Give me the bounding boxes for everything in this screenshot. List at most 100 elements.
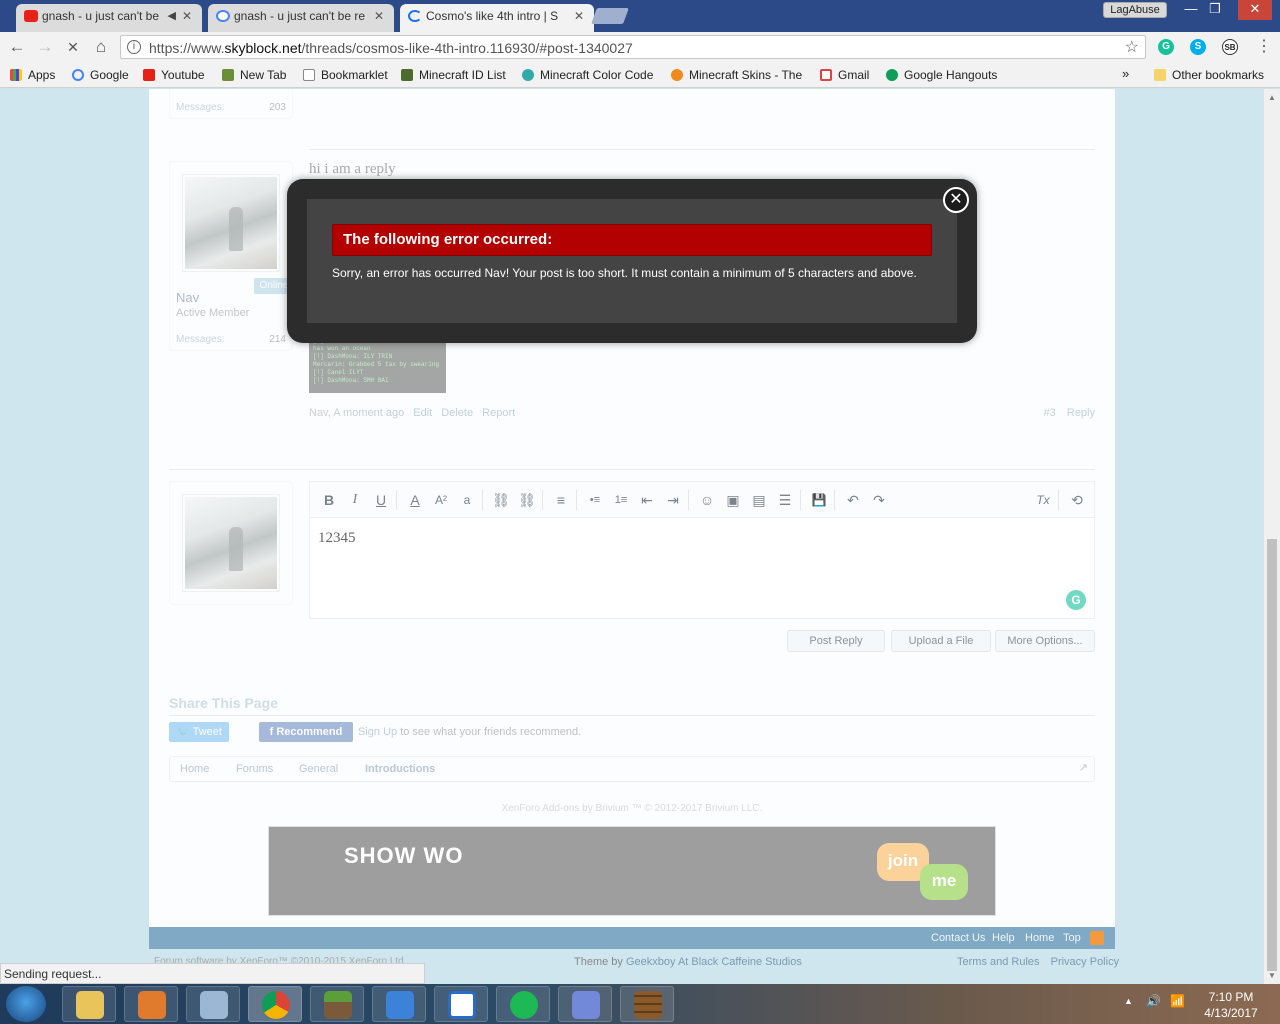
bold-button[interactable]: B bbox=[320, 491, 338, 509]
scroll-down-icon[interactable]: ▼ bbox=[1264, 969, 1280, 983]
volume-icon[interactable]: 🔊 bbox=[1146, 994, 1161, 1008]
menu-icon[interactable]: ⋮ bbox=[1253, 37, 1275, 57]
post-reply-button[interactable]: Post Reply bbox=[787, 630, 885, 652]
insert-button[interactable]: ☰ bbox=[776, 491, 794, 509]
tab-2[interactable]: gnash - u just can't be re ✕ bbox=[208, 4, 394, 32]
signup-link[interactable]: Sign Up bbox=[358, 726, 397, 738]
top-link[interactable]: Top bbox=[1063, 932, 1081, 944]
editor-text[interactable]: 12345 bbox=[318, 530, 356, 547]
post-number[interactable]: #3 bbox=[1044, 407, 1056, 419]
terms-link[interactable]: Terms and Rules bbox=[957, 956, 1040, 968]
unlink-button[interactable]: ⛓ bbox=[518, 491, 536, 509]
italic-button[interactable]: I bbox=[346, 491, 364, 509]
network-icon[interactable]: 📶 bbox=[1170, 994, 1185, 1008]
help-link[interactable]: Help bbox=[992, 932, 1015, 944]
bookmark-minecraft-skins[interactable]: Minecraft Skins - The bbox=[671, 68, 802, 82]
smilie-button[interactable]: ☺ bbox=[698, 491, 716, 509]
link-button[interactable]: ⛓ bbox=[492, 491, 510, 509]
bookmark-minecraft-color-code[interactable]: Minecraft Color Code bbox=[522, 68, 653, 82]
indent-button[interactable]: ⇥ bbox=[664, 491, 682, 509]
avatar[interactable] bbox=[182, 174, 280, 272]
stop-button[interactable]: ✕ bbox=[62, 37, 84, 57]
reply-editor[interactable]: B I U A A² a ⛓ ⛓ ≡ •≡ 1≡ ⇤ ⇥ ☺ ▣ ▤ ☰ 💾 ↶… bbox=[309, 481, 1095, 619]
font-color-button[interactable]: A bbox=[406, 491, 424, 509]
bookmark-bookmarklet[interactable]: Bookmarklet bbox=[303, 68, 388, 82]
redo-button[interactable]: ↷ bbox=[870, 491, 888, 509]
bullet-list-button[interactable]: •≡ bbox=[586, 491, 604, 509]
discord-taskbar-button[interactable] bbox=[558, 986, 612, 1022]
bookmark-google-hangouts[interactable]: Google Hangouts bbox=[886, 68, 997, 82]
font-family-button[interactable]: a bbox=[458, 491, 476, 509]
bookmark-minecraft-id-list[interactable]: Minecraft ID List bbox=[401, 68, 506, 82]
explorer-taskbar-button[interactable] bbox=[62, 986, 116, 1022]
bookmark-gmail[interactable]: Gmail bbox=[820, 68, 869, 82]
toggle-bbcode-button[interactable]: ⟲ bbox=[1068, 491, 1086, 509]
undo-button[interactable]: ↶ bbox=[844, 491, 862, 509]
other-bookmarks[interactable]: Other bookmarks bbox=[1154, 68, 1264, 82]
bookmarks-overflow-button[interactable]: » bbox=[1122, 66, 1129, 81]
post-author-time[interactable]: Nav, A moment ago bbox=[309, 407, 404, 419]
calculator-taskbar-button[interactable] bbox=[186, 986, 240, 1022]
forward-button[interactable]: → bbox=[34, 37, 56, 57]
spotify-taskbar-button[interactable] bbox=[496, 986, 550, 1022]
align-button[interactable]: ≡ bbox=[552, 491, 570, 509]
grammarly-extension-icon[interactable]: G bbox=[1158, 39, 1174, 55]
back-button[interactable]: ← bbox=[6, 37, 28, 57]
tab-3[interactable]: Cosmo's like 4th intro | S ✕ bbox=[400, 4, 594, 32]
page-scrollbar[interactable]: ▲ ▼ bbox=[1264, 89, 1280, 985]
numbered-list-button[interactable]: 1≡ bbox=[612, 491, 630, 509]
url-text[interactable]: https://www.skyblock.net/threads/cosmos-… bbox=[149, 40, 633, 56]
image-button[interactable]: ▣ bbox=[724, 491, 742, 509]
media-player-taskbar-button[interactable] bbox=[124, 986, 178, 1022]
rss-icon[interactable] bbox=[1090, 931, 1104, 945]
save-draft-button[interactable]: 💾 bbox=[810, 491, 828, 509]
reply-link[interactable]: Reply bbox=[1067, 407, 1095, 419]
chrome-taskbar-button[interactable] bbox=[248, 986, 302, 1022]
grammarly-icon[interactable]: G bbox=[1066, 590, 1086, 610]
maximize-button[interactable]: ❐ bbox=[1200, 0, 1230, 20]
scroll-up-icon[interactable]: ▲ bbox=[1264, 91, 1280, 105]
underline-button[interactable]: U bbox=[372, 491, 390, 509]
tray-expand-icon[interactable]: ▲ bbox=[1124, 996, 1133, 1006]
bookmark-google[interactable]: Google bbox=[72, 68, 129, 82]
skype-extension-icon[interactable]: S bbox=[1190, 39, 1206, 55]
jump-icon[interactable]: ↗ bbox=[1079, 761, 1088, 774]
breadcrumb-forums[interactable]: Forums bbox=[236, 763, 273, 775]
new-tab-button[interactable] bbox=[591, 8, 629, 24]
font-size-button[interactable]: A² bbox=[432, 491, 450, 509]
post-username[interactable]: Nav bbox=[176, 290, 199, 305]
upload-file-button[interactable]: Upload a File bbox=[891, 630, 991, 652]
bookmark-youtube[interactable]: Youtube bbox=[143, 68, 205, 82]
start-button[interactable] bbox=[6, 986, 46, 1022]
facebook-recommend-button[interactable]: f Recommend bbox=[259, 722, 353, 742]
app-taskbar-button[interactable] bbox=[372, 986, 426, 1022]
more-options-button[interactable]: More Options... bbox=[995, 630, 1095, 652]
privacy-link[interactable]: Privacy Policy bbox=[1051, 956, 1119, 968]
theme-author-link[interactable]: Geekxboy At Black Caffeine Studios bbox=[626, 956, 802, 968]
close-dialog-button[interactable]: ✕ bbox=[943, 187, 969, 213]
edit-link[interactable]: Edit bbox=[413, 407, 432, 419]
report-link[interactable]: Report bbox=[482, 407, 515, 419]
tab-2-close-icon[interactable]: ✕ bbox=[374, 4, 384, 28]
breadcrumb-general[interactable]: General bbox=[299, 763, 338, 775]
scrollbar-thumb[interactable] bbox=[1267, 539, 1277, 971]
tab-1[interactable]: gnash - u just can't be ◀ ✕ bbox=[16, 4, 202, 32]
close-window-button[interactable]: ✕ bbox=[1238, 0, 1272, 20]
home-button[interactable]: ⌂ bbox=[90, 37, 112, 57]
breadcrumb-home[interactable]: Home bbox=[180, 763, 209, 775]
tweet-button[interactable]: 🐦 Tweet bbox=[169, 722, 229, 742]
crafting-table-taskbar-button[interactable] bbox=[620, 986, 674, 1022]
media-button[interactable]: ▤ bbox=[750, 491, 768, 509]
home-link[interactable]: Home bbox=[1025, 932, 1054, 944]
outdent-button[interactable]: ⇤ bbox=[638, 491, 656, 509]
bookmark-apps[interactable]: Apps bbox=[10, 68, 55, 82]
taskbar-clock[interactable]: 7:10 PM 4/13/2017 bbox=[1196, 989, 1266, 1021]
address-bar[interactable]: i https://www.skyblock.net/threads/cosmo… bbox=[120, 35, 1146, 59]
delete-link[interactable]: Delete bbox=[441, 407, 473, 419]
breadcrumb-introductions[interactable]: Introductions bbox=[365, 763, 435, 775]
sb-extension-icon[interactable]: SB bbox=[1222, 39, 1238, 55]
contact-us-link[interactable]: Contact Us bbox=[931, 932, 985, 944]
tab-3-close-icon[interactable]: ✕ bbox=[574, 4, 584, 28]
bookmark-new-tab[interactable]: New Tab bbox=[222, 68, 286, 82]
teamviewer-taskbar-button[interactable] bbox=[434, 986, 488, 1022]
